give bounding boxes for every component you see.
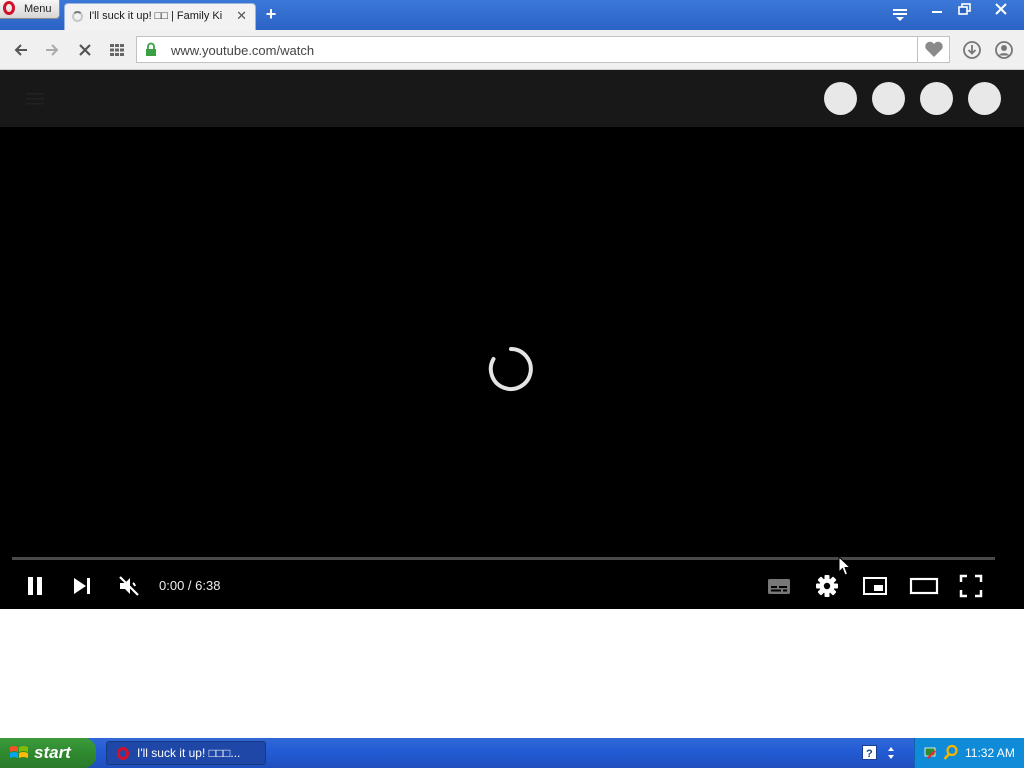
close-icon — [995, 3, 1007, 15]
start-label: start — [34, 743, 71, 762]
windows-taskbar: start I'll suck it up! □□□... ? 11:32 AM — [0, 738, 1024, 768]
header-button-3[interactable] — [920, 82, 953, 115]
opera-logo-icon — [117, 747, 129, 760]
windows-flag-icon — [10, 746, 28, 758]
video-player[interactable]: 0:00 / 6:38 — [0, 127, 1024, 609]
fullscreen-icon[interactable] — [957, 572, 985, 600]
minimize-button[interactable] — [926, 1, 948, 18]
browser-titlebar: Menu I'll suck it up! □□ | Family Ki ✕ + — [0, 0, 1024, 30]
settings-gear-icon[interactable] — [813, 572, 841, 600]
taskbar-clock: 11:32 AM — [965, 746, 1015, 760]
web-page: 0:00 / 6:38 — [0, 70, 1024, 736]
speed-dial-grid-icon[interactable] — [107, 40, 127, 60]
hamburger-menu-icon[interactable] — [26, 92, 44, 106]
download-icon[interactable] — [962, 40, 982, 60]
start-button[interactable]: start — [0, 738, 96, 768]
pause-icon[interactable] — [21, 572, 49, 600]
minimize-icon — [932, 11, 942, 13]
scroll-arrows-icon[interactable] — [884, 744, 898, 762]
tab-close-icon[interactable]: ✕ — [236, 8, 247, 24]
tab-title: I'll suck it up! □□ | Family Ki — [89, 10, 223, 22]
address-bar[interactable]: www.youtube.com/watch — [136, 36, 918, 63]
svg-text:?: ? — [866, 748, 873, 760]
tab-active[interactable]: I'll suck it up! □□ | Family Ki ✕ — [64, 3, 256, 30]
theater-mode-icon[interactable] — [909, 572, 939, 600]
header-button-4[interactable] — [968, 82, 1001, 115]
restore-icon — [958, 3, 971, 15]
back-arrow-icon[interactable] — [11, 40, 31, 60]
volume-muted-icon[interactable] — [115, 572, 143, 600]
next-track-icon[interactable] — [68, 572, 96, 600]
video-time: 0:00 / 6:38 — [159, 578, 221, 593]
opera-menu-label: Menu — [24, 3, 52, 15]
youtube-header — [0, 70, 1024, 127]
opera-logo-icon — [3, 1, 15, 15]
subtitles-icon[interactable] — [765, 572, 793, 600]
close-window-button[interactable] — [988, 1, 1014, 18]
mouse-cursor-icon — [838, 556, 852, 576]
taskbar-item-label: I'll suck it up! □□□... — [137, 746, 241, 760]
browser-navbar: www.youtube.com/watch — [0, 30, 1024, 70]
header-button-1[interactable] — [824, 82, 857, 115]
help-icon[interactable]: ? — [862, 745, 877, 760]
header-button-2[interactable] — [872, 82, 905, 115]
miniplayer-icon[interactable] — [861, 572, 889, 600]
taskbar-item-opera[interactable]: I'll suck it up! □□□... — [106, 741, 266, 765]
forward-arrow-icon[interactable] — [42, 40, 62, 60]
tab-loading-icon — [72, 11, 83, 22]
bookmark-button[interactable] — [918, 36, 950, 63]
restore-button[interactable] — [954, 1, 976, 18]
search-magnifier-icon[interactable] — [943, 744, 959, 761]
system-tray: 11:32 AM — [914, 738, 1024, 768]
secure-lock-icon[interactable] — [144, 42, 158, 57]
opera-menu-button[interactable]: Menu — [0, 0, 60, 19]
account-icon[interactable] — [994, 40, 1014, 60]
tab-menu-icon[interactable] — [892, 8, 908, 22]
heart-icon — [925, 41, 943, 57]
url-text[interactable]: www.youtube.com/watch — [171, 43, 314, 58]
stop-loading-icon[interactable] — [75, 40, 95, 60]
loading-spinner-icon — [488, 347, 533, 391]
new-tab-button[interactable]: + — [263, 5, 279, 23]
network-icon[interactable] — [923, 745, 939, 761]
